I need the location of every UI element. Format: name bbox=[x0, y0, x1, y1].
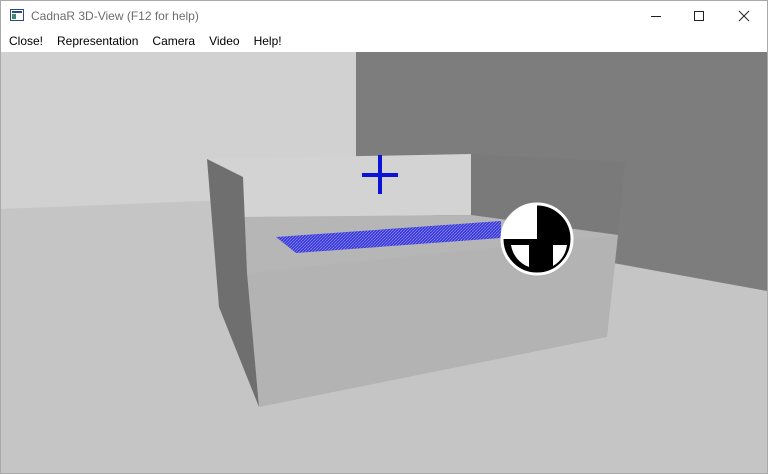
box-back-wall bbox=[207, 154, 471, 217]
menu-representation[interactable]: Representation bbox=[50, 31, 145, 51]
menu-video[interactable]: Video bbox=[202, 31, 246, 51]
title-bar: CadnaR 3D-View (F12 for help) bbox=[1, 1, 767, 31]
menu-close[interactable]: Close! bbox=[1, 31, 50, 51]
close-button[interactable] bbox=[721, 1, 767, 31]
app-window: CadnaR 3D-View (F12 for help) Close! Rep… bbox=[0, 0, 768, 474]
minimize-icon bbox=[651, 16, 661, 17]
3d-viewport[interactable] bbox=[1, 52, 767, 473]
scene-canvas[interactable] bbox=[1, 52, 767, 473]
sphere-object bbox=[500, 202, 574, 276]
window-title: CadnaR 3D-View (F12 for help) bbox=[31, 9, 199, 23]
menu-help[interactable]: Help! bbox=[247, 31, 289, 51]
minimize-button[interactable] bbox=[633, 1, 679, 31]
menu-camera[interactable]: Camera bbox=[145, 31, 202, 51]
maximize-icon bbox=[694, 11, 704, 21]
app-icon bbox=[10, 9, 24, 21]
close-icon bbox=[738, 10, 750, 22]
menu-bar: Close! Representation Camera Video Help! bbox=[1, 31, 767, 51]
maximize-button[interactable] bbox=[676, 1, 722, 31]
